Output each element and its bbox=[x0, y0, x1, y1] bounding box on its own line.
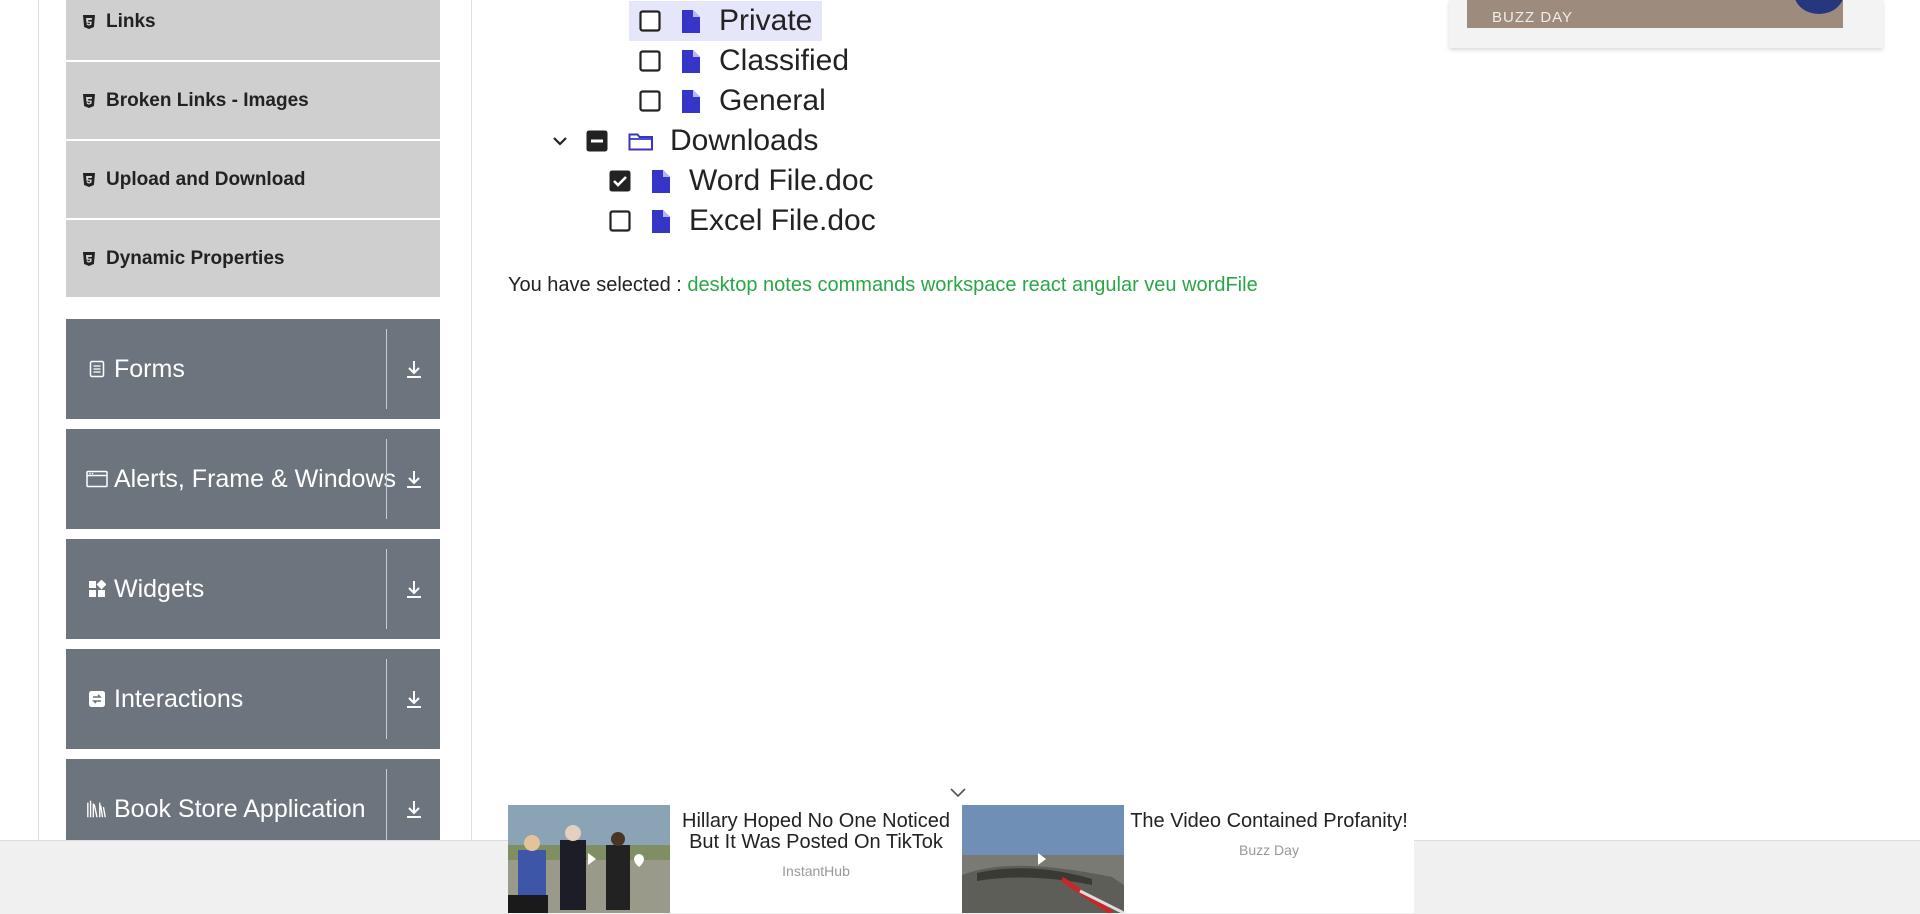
sidebar-group-widgets[interactable]: Widgets bbox=[66, 539, 440, 639]
ad-thumbnail-image[interactable] bbox=[962, 805, 1124, 913]
ad-thumbnail-image[interactable] bbox=[508, 805, 670, 913]
group-label: Interactions bbox=[114, 684, 244, 713]
file-icon bbox=[681, 8, 703, 34]
checkbox-partial-icon[interactable] bbox=[586, 130, 608, 152]
checkbox-unchecked-icon[interactable] bbox=[609, 210, 631, 232]
chevron-down-icon[interactable] bbox=[548, 136, 572, 146]
tree-node-label: Classified bbox=[719, 44, 850, 77]
ad-source: Buzz Day bbox=[1239, 842, 1299, 858]
ad-text: The Video Contained Profanity! Buzz Day bbox=[1124, 811, 1414, 861]
download-icon[interactable] bbox=[398, 429, 430, 529]
ad-headline: Hillary Hoped No One Noticed But It Was … bbox=[682, 810, 950, 853]
tree-node-excel-file[interactable]: Excel File.doc bbox=[609, 201, 876, 241]
collapse-chevron-icon[interactable] bbox=[949, 785, 967, 799]
result-prefix: You have selected : bbox=[508, 274, 682, 296]
sidebar-group-forms[interactable]: Forms bbox=[66, 319, 440, 419]
sidebar-item-label: Links bbox=[106, 10, 156, 32]
group-label: Book Store Application bbox=[114, 794, 366, 823]
window-icon bbox=[86, 468, 108, 490]
group-label: Alerts, Frame & Windows bbox=[114, 464, 397, 493]
tree-node-downloads[interactable]: Downloads bbox=[548, 121, 818, 161]
file-icon bbox=[681, 88, 703, 114]
ad-brand: BUZZ DAY bbox=[1492, 9, 1574, 26]
ad-source: InstantHub bbox=[782, 863, 850, 879]
sidebar-item-links[interactable]: Links bbox=[66, 0, 440, 60]
html5-icon bbox=[82, 251, 96, 267]
bottom-ad-unit: Hillary Hoped No One Noticed But It Was … bbox=[508, 804, 1414, 913]
forms-icon bbox=[86, 358, 108, 380]
sidebar-item-dynamic-properties[interactable]: Dynamic Properties bbox=[66, 220, 440, 297]
books-icon bbox=[86, 798, 108, 820]
sidebar-item-upload-download[interactable]: Upload and Download bbox=[66, 141, 440, 218]
top-ad-banner[interactable]: BUZZ DAY bbox=[1449, 0, 1883, 48]
tree-node-word-file[interactable]: Word File.doc bbox=[609, 161, 874, 201]
checkbox-checked-icon[interactable] bbox=[609, 170, 631, 192]
ad-headline: The Video Contained Profanity! bbox=[1130, 810, 1408, 832]
tree-node-label: Downloads bbox=[670, 124, 819, 157]
divider bbox=[386, 439, 387, 519]
result-selected-items: desktop notes commands workspace react a… bbox=[687, 274, 1258, 296]
interactions-icon bbox=[86, 688, 108, 710]
sidebar-group-alerts[interactable]: Alerts, Frame & Windows bbox=[66, 429, 440, 529]
tree-node-label: Word File.doc bbox=[689, 164, 874, 197]
checkbox-unchecked-icon[interactable] bbox=[639, 50, 661, 72]
selection-result: You have selected : desktop notes comman… bbox=[508, 274, 1258, 297]
ad-strip: BUZZ DAY bbox=[1467, 0, 1844, 28]
ad-text: Hillary Hoped No One Noticed But It Was … bbox=[670, 811, 962, 882]
file-icon bbox=[651, 208, 673, 234]
html5-icon bbox=[82, 93, 96, 109]
tree-node-private[interactable]: Private bbox=[629, 1, 823, 41]
sidebar-group-interactions[interactable]: Interactions bbox=[66, 649, 440, 749]
ad-card[interactable]: Hillary Hoped No One Noticed But It Was … bbox=[508, 805, 962, 913]
tree-node-label: General bbox=[719, 84, 826, 117]
divider bbox=[386, 769, 387, 849]
file-icon bbox=[681, 48, 703, 74]
group-label: Widgets bbox=[114, 574, 205, 603]
checkbox-unchecked-icon[interactable] bbox=[639, 10, 661, 32]
tree-node-classified[interactable]: Classified bbox=[639, 41, 849, 81]
divider bbox=[386, 549, 387, 629]
ad-circle-icon bbox=[1794, 0, 1844, 14]
divider bbox=[386, 329, 387, 409]
sidebar: Links Broken Links - Images Upload and D… bbox=[38, 0, 472, 859]
download-icon[interactable] bbox=[398, 539, 430, 639]
file-icon bbox=[651, 168, 673, 194]
sidebar-item-broken-links[interactable]: Broken Links - Images bbox=[66, 62, 440, 139]
sidebar-item-label: Upload and Download bbox=[106, 168, 306, 190]
sidebar-item-label: Dynamic Properties bbox=[106, 247, 285, 269]
html5-icon bbox=[82, 14, 96, 30]
tree-node-label: Private bbox=[719, 4, 813, 37]
widgets-icon bbox=[86, 578, 108, 600]
download-icon[interactable] bbox=[398, 649, 430, 749]
html5-icon bbox=[82, 172, 96, 188]
ad-card[interactable]: The Video Contained Profanity! Buzz Day bbox=[962, 805, 1414, 913]
checkbox-unchecked-icon[interactable] bbox=[639, 90, 661, 112]
folder-open-icon bbox=[628, 128, 654, 154]
tree-node-general[interactable]: General bbox=[639, 81, 826, 121]
sidebar-item-label: Broken Links - Images bbox=[106, 89, 309, 111]
group-label: Forms bbox=[114, 354, 185, 383]
download-icon[interactable] bbox=[398, 319, 430, 419]
divider bbox=[386, 659, 387, 739]
tree-node-label: Excel File.doc bbox=[689, 204, 876, 237]
